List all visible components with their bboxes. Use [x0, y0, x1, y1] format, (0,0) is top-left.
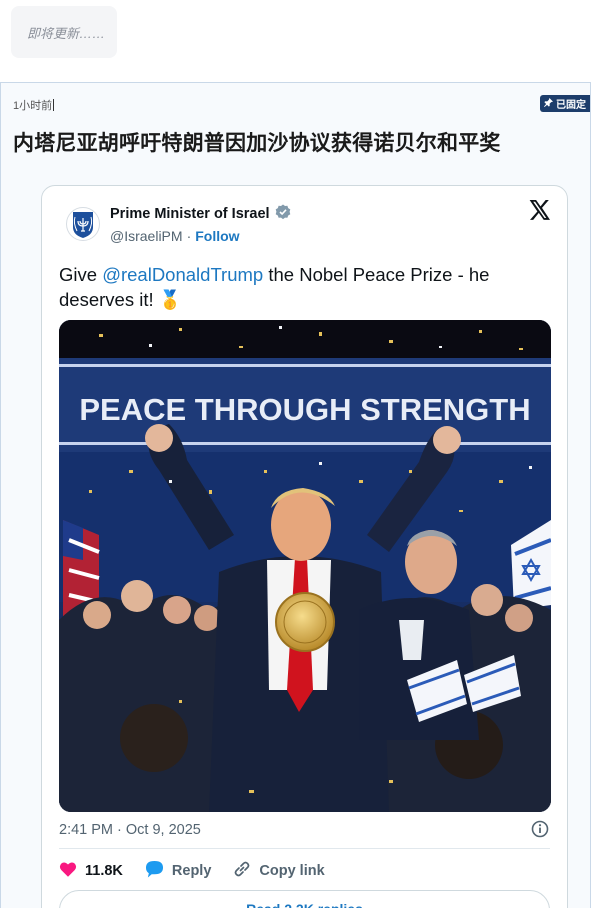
embedded-tweet[interactable]: Prime Minister of Israel @IsraeliPM · Fo…	[41, 185, 568, 908]
reply-button[interactable]: Reply	[145, 860, 212, 882]
tweet-text-start: Give	[59, 264, 103, 285]
tweet-timestamp[interactable]: 2:41 PM · Oct 9, 2025	[59, 822, 201, 838]
read-replies-button[interactable]: Read 2.2K replies	[59, 890, 550, 908]
pinned-badge: 已固定	[540, 95, 590, 112]
page: 即将更新…… 1小时前 已固定 内塔尼亚胡呼吁特朗普因加沙协议获得诺贝尔和平奖	[0, 0, 591, 908]
separator-dot: ·	[186, 228, 192, 244]
post-time: 1小时前	[13, 100, 53, 112]
post-meta: 1小时前	[13, 97, 55, 113]
pinned-label: 已固定	[556, 100, 586, 111]
reply-bubble-icon	[145, 860, 164, 882]
divider	[59, 848, 550, 849]
like-count: 11.8K	[85, 863, 123, 879]
pending-update-placeholder: 即将更新……	[11, 6, 117, 58]
link-icon	[233, 860, 251, 882]
x-logo-icon[interactable]	[529, 200, 551, 225]
like-button[interactable]: 11.8K	[59, 861, 123, 882]
medal-icon	[275, 592, 335, 652]
rally-photo-illustration: PEACE THROUGH STRENGTH	[59, 320, 551, 812]
reply-label: Reply	[171, 863, 212, 879]
copy-link-button[interactable]: Copy link	[233, 860, 325, 882]
tweet-text: Give @realDonaldTrump the Nobel Peace Pr…	[59, 262, 539, 312]
menorah-emblem-icon	[73, 212, 93, 238]
author-handle[interactable]: @IsraeliPM	[110, 228, 183, 244]
tweet-actions: 11.8K Reply Copy link	[59, 860, 347, 882]
copy-link-label: Copy link	[259, 863, 325, 879]
author-name[interactable]: Prime Minister of Israel	[110, 206, 270, 222]
author-block: Prime Minister of Israel @IsraeliPM · Fo…	[110, 204, 291, 244]
post-card: 1小时前 已固定 内塔尼亚胡呼吁特朗普因加沙协议获得诺贝尔和平奖 Prime M…	[0, 82, 591, 908]
heart-icon	[59, 861, 77, 882]
tweet-header: Prime Minister of Israel @IsraeliPM · Fo…	[66, 204, 291, 244]
banner-text: PEACE THROUGH STRENGTH	[79, 392, 530, 427]
avatar[interactable]	[66, 207, 100, 241]
pin-icon	[544, 97, 553, 110]
follow-button[interactable]: Follow	[195, 228, 239, 244]
info-icon[interactable]	[531, 820, 549, 843]
mention-link[interactable]: @realDonaldTrump	[102, 264, 263, 285]
tweet-image[interactable]: PEACE THROUGH STRENGTH	[59, 320, 551, 812]
verified-badge-icon	[275, 204, 291, 224]
post-title[interactable]: 内塔尼亚胡呼吁特朗普因加沙协议获得诺贝尔和平奖	[13, 127, 501, 157]
text-caret	[53, 99, 55, 111]
